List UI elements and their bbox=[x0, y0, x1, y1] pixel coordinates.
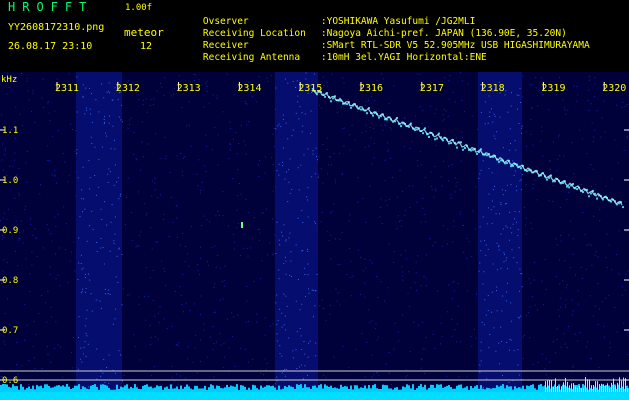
x-tick-label: 2319 bbox=[541, 83, 565, 94]
spectrogram: 2311 2312 2313 2314 2315 2316 2317 2318 2319 2320… bbox=[0, 72, 629, 400]
y-tick-label: 0.7 bbox=[2, 326, 18, 336]
x-tick-label: 2318 bbox=[481, 83, 505, 94]
x-tick-label: 2314 bbox=[237, 83, 261, 94]
datetime-label: 26.08.17 23:10 bbox=[8, 41, 93, 52]
header: HROFFT 1.00f YY2608172310.png 26.08.17 2… bbox=[0, 0, 629, 72]
x-tick-label: 2317 bbox=[420, 83, 444, 94]
x-tick-label: 2316 bbox=[359, 83, 383, 94]
info-value: :10mH 3el.YAGI Horizontal:ENE bbox=[320, 52, 487, 63]
noise-band-3 bbox=[478, 72, 522, 400]
noise-band-2 bbox=[275, 72, 318, 400]
y-tick-label: 1.1 bbox=[2, 126, 18, 136]
info-key: Receiving Antenna bbox=[202, 52, 301, 63]
x-tick-label: 2311 bbox=[55, 83, 79, 94]
y-tick-label: 0.9 bbox=[2, 226, 18, 236]
y-unit-label: kHz bbox=[1, 75, 17, 85]
x-tick-label: 2313 bbox=[177, 83, 201, 94]
x-tick-label: 2315 bbox=[298, 83, 322, 94]
y-tick-label: 1.0 bbox=[2, 176, 18, 186]
y-tick-label: 0.8 bbox=[2, 276, 18, 286]
x-tick-label: 2312 bbox=[116, 83, 140, 94]
noise-band-1 bbox=[76, 72, 122, 400]
spectrogram-canvas: 2311 2312 2313 2314 2315 2316 2317 2318 2319 2320… bbox=[0, 72, 629, 400]
y-tick-label: 0.6 bbox=[2, 376, 18, 386]
meteor-count: 12 bbox=[140, 41, 153, 52]
filename-label: YY2608172310.png bbox=[8, 22, 105, 33]
version-label: 1.00f bbox=[125, 3, 153, 13]
meteor-label: meteor bbox=[124, 26, 164, 39]
info-antenna: Receiving Antenna :10mH 3el.YAGI Horizont… bbox=[180, 41, 487, 74]
app-name: HROFFT bbox=[8, 0, 94, 14]
x-tick-label: 2320 bbox=[602, 83, 626, 94]
